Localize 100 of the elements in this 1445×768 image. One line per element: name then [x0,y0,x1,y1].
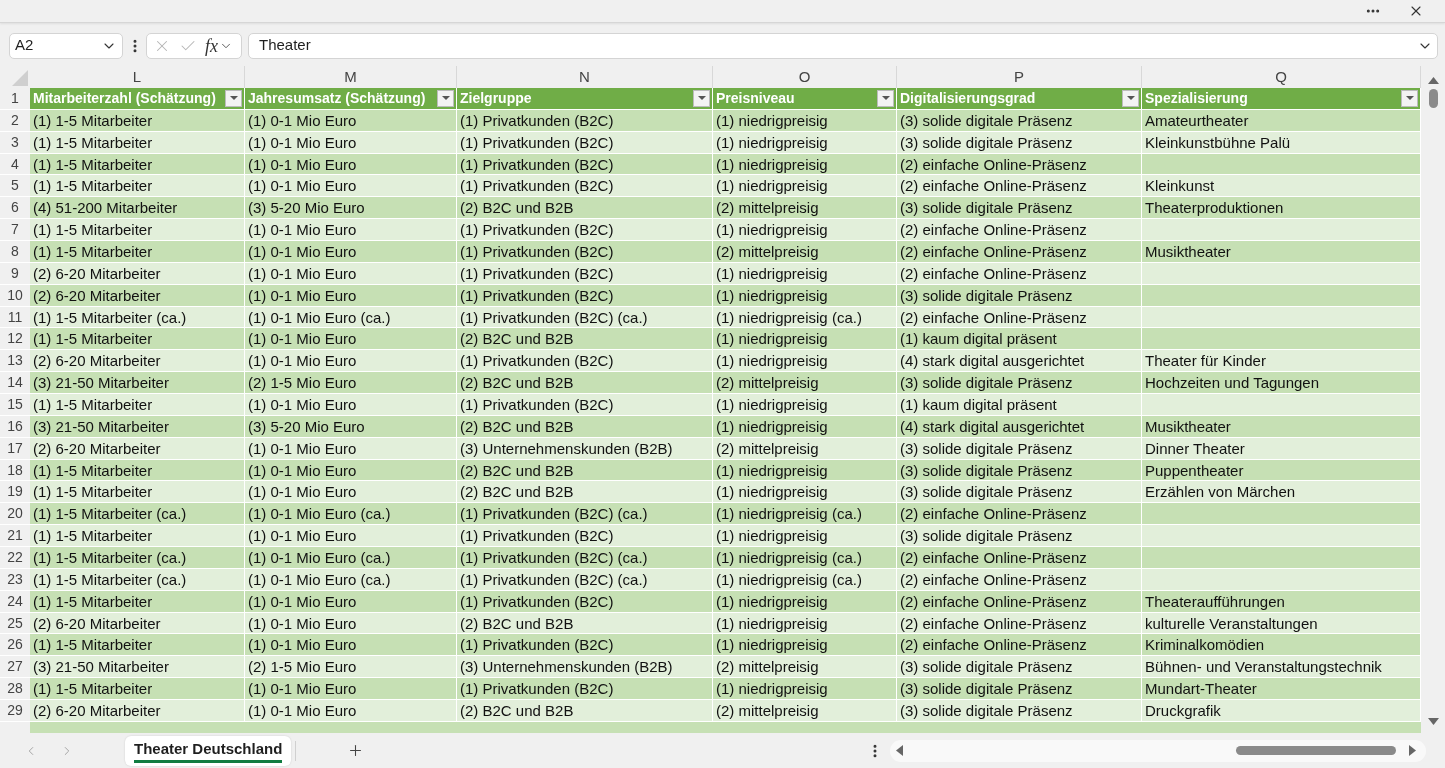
table-cell: (1) niedrigpreisig [713,394,897,415]
table-cell: (1) 1-5 Mitarbeiter [30,109,245,131]
table-cell: (1) 0-1 Mio Euro [245,175,457,197]
table-cell: (3) Unternehmenskunden (B2B) [457,437,713,459]
table-cell: (1) 1-5 Mitarbeiter [30,175,245,197]
table-cell: (1) niedrigpreisig [713,175,897,197]
filter-button[interactable] [693,89,710,107]
table-cell: (2) B2C und B2B [457,328,713,350]
row-number: 5 [10,176,20,196]
table-cell: (1) Privatkunden (B2C) [457,525,713,547]
sheet-tab[interactable]: Theater Deutschland [125,735,292,766]
filter-button[interactable] [1401,89,1418,107]
table-cell: (1) niedrigpreisig (ca.) [713,568,897,590]
scroll-up-icon[interactable] [1427,77,1439,84]
table-cell: (1) niedrigpreisig [713,219,897,240]
table-cell: (2) einfache Online-Präsenz [897,306,1142,328]
filter-button[interactable] [437,89,454,107]
table-cell: (1) niedrigpreisig [713,481,897,503]
table-cell: (1) 0-1 Mio Euro [245,481,457,503]
caret-icon [1126,96,1135,101]
table-cell: (1) Privatkunden (B2C) [457,219,713,240]
table-cell: (2) einfache Online-Präsenz [897,219,1142,240]
table-cell: Hochzeiten und Tagungen [1142,372,1421,394]
table-cell: Theater für Kinder [1142,350,1421,372]
filter-button[interactable] [225,89,242,107]
table-cell: Erzählen von Märchen [1142,481,1421,503]
row-number: 27 [6,657,24,677]
filter-button[interactable] [877,89,894,107]
table-cell: (1) Privatkunden (B2C) [457,241,713,262]
table-cell: (1) 0-1 Mio Euro [245,634,457,656]
table-cell: Kleinkunstbühne Palü [1142,131,1421,153]
table-cell: (1) niedrigpreisig [713,284,897,306]
table-cell: (1) 1-5 Mitarbeiter (ca.) [30,568,245,590]
table-cell: (1) 0-1 Mio Euro (ca.) [245,306,457,328]
table-cell: (1) niedrigpreisig (ca.) [713,547,897,568]
table-cell: (1) 0-1 Mio Euro [245,394,457,415]
table-cell: (1) 0-1 Mio Euro (ca.) [245,547,457,568]
table-cell: (1) Privatkunden (B2C) [457,262,713,284]
formula-field[interactable]: Theater [248,32,1438,59]
table-cell: (1) Privatkunden (B2C) [457,284,713,306]
table-cell: Theateraufführungen [1142,590,1421,612]
table-cell: (1) 0-1 Mio Euro [245,700,457,721]
table-cell: (4) stark digital ausgerichtet [897,415,1142,437]
insert-function-button[interactable]: fx [205,35,218,56]
name-box[interactable]: A2 [9,32,123,59]
table-cell: Dinner Theater [1142,437,1421,459]
row-number: 8 [10,241,20,261]
caret-icon [441,96,450,101]
table-cell: (1) niedrigpreisig (ca.) [713,503,897,525]
table-cell: (1) Privatkunden (B2C) (ca.) [457,568,713,590]
table-cell: (1) niedrigpreisig [713,525,897,547]
table-cell: (2) mittelpreisig [713,656,897,678]
table-cell: (2) 1-5 Mio Euro [245,656,457,678]
table-cell: (1) Privatkunden (B2C) [457,634,713,656]
table-cell: (2) B2C und B2B [457,459,713,481]
table-cell: Bühnen- und Veranstaltungstechnik [1142,656,1421,678]
table-cell: (2) 6-20 Mitarbeiter [30,437,245,459]
table-cell: (1) 0-1 Mio Euro [245,153,457,175]
scroll-right-icon[interactable] [1409,745,1417,756]
table-cell: (2) mittelpreisig [713,372,897,394]
scrollbar-thumb[interactable] [1236,746,1397,755]
table-cell: (1) 0-1 Mio Euro [245,328,457,350]
table-cell: (1) 0-1 Mio Euro [245,590,457,612]
table-cell: (1) 0-1 Mio Euro [245,612,457,634]
table-cell: (1) 1-5 Mitarbeiter (ca.) [30,547,245,568]
table-cell: (1) 0-1 Mio Euro [245,437,457,459]
table-cell: (3) solide digitale Präsenz [897,197,1142,219]
table-cell: (1) niedrigpreisig [713,131,897,153]
row-number: 3 [10,132,20,152]
row-number: 29 [6,701,24,720]
row-number: 20 [6,504,24,524]
table-cell: (1) 0-1 Mio Euro [245,241,457,262]
scroll-left-icon[interactable] [896,745,904,756]
filter-button[interactable] [1122,89,1139,107]
caret-icon [697,96,706,101]
table-cell: Kleinkunst [1142,175,1421,197]
table-cell: (1) 0-1 Mio Euro [245,219,457,240]
horizontal-scrollbar[interactable] [890,739,1427,762]
table-cell: Theaterproduktionen [1142,197,1421,219]
table-cell: (3) solide digitale Präsenz [897,678,1142,700]
table-cell: (1) 0-1 Mio Euro (ca.) [245,568,457,590]
row-number: 22 [6,548,24,567]
row-number: 1 [10,88,20,108]
table-cell: (1) Privatkunden (B2C) [457,109,713,131]
table-cell: (1) 1-5 Mitarbeiter [30,131,245,153]
table-cell: Amateurtheater [1142,109,1421,131]
table-cell: (1) 1-5 Mitarbeiter [30,634,245,656]
row-number: 23 [6,569,24,589]
scrollbar-thumb[interactable] [1428,89,1438,108]
caret-icon [1405,96,1414,101]
table-cell: (1) Privatkunden (B2C) [457,131,713,153]
column-title: Spezialisierung [1145,88,1248,108]
row-number: 11 [6,307,24,327]
table-cell: (1) Privatkunden (B2C) (ca.) [457,306,713,328]
table-cell: (1) 0-1 Mio Euro [245,131,457,153]
table-cell: kulturelle Veranstaltungen [1142,612,1421,634]
scroll-down-icon[interactable] [1427,718,1439,725]
table-cell: (2) einfache Online-Präsenz [897,262,1142,284]
table-cell: (3) solide digitale Präsenz [897,372,1142,394]
table-cell: (1) 1-5 Mitarbeiter [30,481,245,503]
